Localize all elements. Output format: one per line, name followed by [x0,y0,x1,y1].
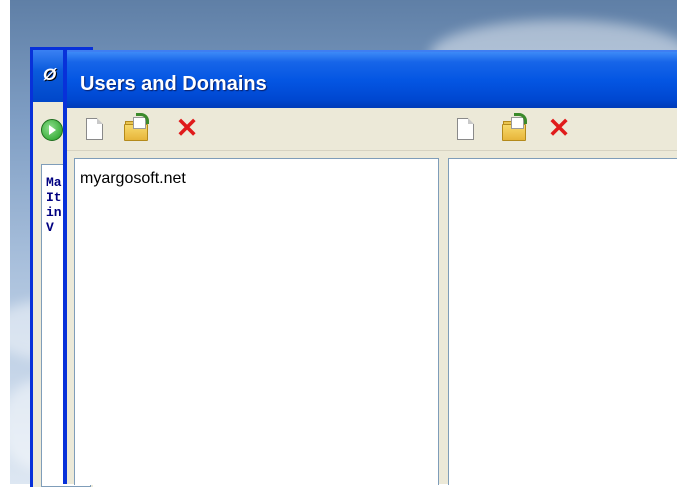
open-domain-button[interactable] [123,113,149,142]
window-titlebar[interactable]: Users and Domains [67,50,677,108]
window-title: Users and Domains [80,73,267,95]
new-icon [457,118,474,140]
go-icon[interactable] [41,119,63,141]
domains-list[interactable]: myargosoft.net [74,158,439,485]
app-icon: Ø [43,65,57,84]
users-list[interactable] [448,158,677,485]
users-and-domains-window[interactable]: Users and Domains ✕ ✕ myargosoft.net [63,50,677,485]
delete-domain-button[interactable]: ✕ [173,113,199,143]
list-item[interactable]: myargosoft.net [80,170,186,188]
delete-icon: ✕ [175,113,199,143]
open-user-button[interactable] [501,113,527,142]
new-domain-button[interactable] [81,116,107,142]
delete-user-button[interactable]: ✕ [545,113,571,143]
new-user-button[interactable] [452,116,478,142]
new-icon [86,118,103,140]
toolbar [67,108,677,151]
delete-icon: ✕ [547,113,571,143]
